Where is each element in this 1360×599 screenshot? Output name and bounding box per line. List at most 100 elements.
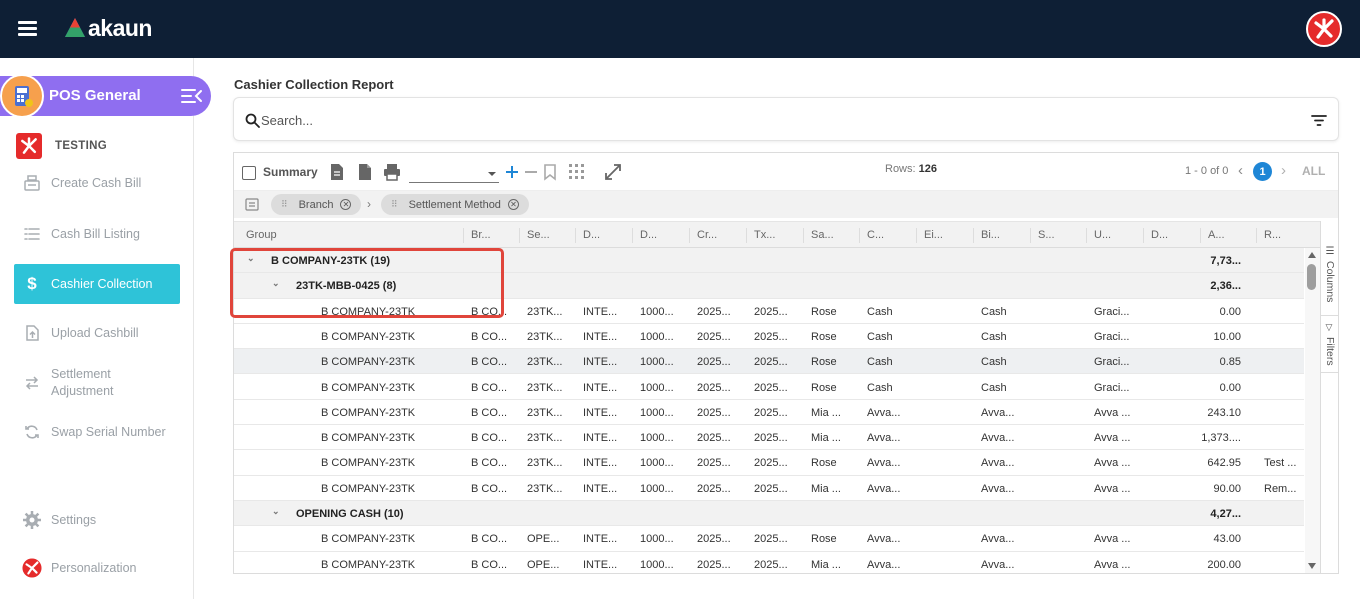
column-header[interactable]: Se...	[527, 229, 550, 241]
chevron-down-icon[interactable]: ⌄	[247, 253, 257, 263]
column-separator[interactable]	[859, 228, 860, 243]
column-separator[interactable]	[1200, 228, 1201, 243]
column-header[interactable]: U...	[1094, 229, 1111, 241]
column-separator[interactable]	[916, 228, 917, 243]
group-label: B COMPANY-23TK (19)	[271, 255, 390, 267]
column-separator[interactable]	[463, 228, 464, 243]
column-separator[interactable]	[803, 228, 804, 243]
column-separator[interactable]	[973, 228, 974, 243]
expand-icon[interactable]	[603, 162, 623, 182]
column-header[interactable]: Tx...	[754, 229, 775, 241]
menu-icon[interactable]	[18, 21, 37, 36]
column-separator[interactable]	[519, 228, 520, 243]
scroll-thumb[interactable]	[1307, 264, 1316, 290]
column-header[interactable]: A...	[1208, 229, 1225, 241]
table-cell: Avva...	[867, 533, 901, 546]
table-row[interactable]: B COMPANY-23TK B CO... 23TK... INTE... 1000.…	[234, 349, 1304, 375]
pager-prev-button[interactable]: ‹	[1238, 162, 1243, 179]
group-chip-branch[interactable]: ⠿ Branch ✕	[271, 194, 362, 215]
tab-columns[interactable]: ☰ Columns	[1321, 239, 1338, 309]
view-select[interactable]	[409, 164, 499, 183]
app-switcher[interactable]: POS General	[0, 74, 211, 118]
table-cell: B COMPANY-23TK	[321, 482, 416, 495]
column-separator[interactable]	[689, 228, 690, 243]
column-separator[interactable]	[1143, 228, 1144, 243]
filter-icon[interactable]	[1311, 114, 1327, 127]
table-row[interactable]: B COMPANY-23TK B CO... 23TK... INTE... 1000.…	[234, 425, 1304, 451]
tab-filters[interactable]: ▽ Filters	[1321, 315, 1338, 373]
sidebar-item-cashier-collection[interactable]: $ Cashier Collection	[14, 264, 180, 304]
table-row[interactable]: B COMPANY-23TK B CO... 23TK... INTE... 1000.…	[234, 400, 1304, 426]
sidebar-item-cash-bill-listing[interactable]: Cash Bill Listing	[14, 224, 180, 244]
pager-all-button[interactable]: ALL	[1302, 164, 1325, 178]
column-header[interactable]: R...	[1264, 229, 1281, 241]
column-header[interactable]: S...	[1038, 229, 1055, 241]
remove-icon[interactable]	[521, 162, 541, 182]
column-separator[interactable]	[746, 228, 747, 243]
column-separator[interactable]	[1086, 228, 1087, 243]
table-row[interactable]: B COMPANY-23TK B CO... 23TK... INTE... 1000.…	[234, 299, 1304, 324]
column-separator[interactable]	[1256, 228, 1257, 243]
table-cell: B CO...	[471, 432, 508, 445]
export-csv-icon[interactable]	[327, 162, 347, 182]
grid-view-icon[interactable]	[567, 162, 587, 182]
sidebar-item-settings[interactable]: Settings	[14, 510, 180, 530]
column-header[interactable]: Br...	[471, 229, 491, 241]
vertical-scrollbar[interactable]	[1305, 248, 1320, 573]
group-row[interactable]: ⌄ B COMPANY-23TK (19) 7,73...	[234, 248, 1304, 274]
sidebar-item-create-cash-bill[interactable]: Create Cash Bill	[14, 173, 180, 193]
drag-handle-icon[interactable]: ⠿	[391, 199, 398, 210]
sidebar-item-settlement-adjustment[interactable]: Settlement Adjustment	[14, 366, 180, 400]
scroll-down-icon[interactable]	[1308, 563, 1316, 569]
sidebar-item-personalization[interactable]: Personalization	[14, 558, 180, 578]
column-header[interactable]: Ei...	[924, 229, 943, 241]
table-row[interactable]: B COMPANY-23TK B CO... 23TK... INTE... 1000.…	[234, 375, 1304, 400]
table-row[interactable]: B COMPANY-23TK B CO... 23TK... INTE... 1000.…	[234, 324, 1304, 350]
column-header[interactable]: D...	[640, 229, 657, 241]
user-avatar[interactable]	[1306, 11, 1342, 47]
column-header[interactable]: Sa...	[811, 229, 834, 241]
table-row[interactable]: B COMPANY-23TK B CO... 23TK... INTE... 1000.…	[234, 476, 1304, 501]
export-file-icon[interactable]	[355, 162, 375, 182]
table-row[interactable]: B COMPANY-23TK B CO... 23TK... INTE... 1000.…	[234, 450, 1304, 476]
column-separator[interactable]	[1030, 228, 1031, 243]
row-group-panel: ⠿ Branch ✕ › ⠿ Settlement Method ✕	[234, 190, 1338, 218]
group-row[interactable]: ⌄ 23TK-MBB-0425 (8) 2,36...	[234, 273, 1304, 299]
company-selector[interactable]: TESTING	[16, 133, 107, 159]
akaun-logo[interactable]: akaun	[64, 14, 152, 42]
table-row[interactable]: B COMPANY-23TK B CO... OPE... INTE... 1000..…	[234, 552, 1304, 573]
table-cell: Avva...	[867, 406, 901, 419]
swap-arrows-icon	[22, 373, 42, 393]
add-icon[interactable]	[502, 162, 522, 182]
print-icon[interactable]	[382, 162, 402, 182]
group-chip-settlement-method[interactable]: ⠿ Settlement Method ✕	[381, 194, 529, 215]
user-logo-icon	[22, 558, 42, 578]
sidebar-item-swap-serial-number[interactable]: Swap Serial Number	[14, 422, 180, 442]
pager-next-button[interactable]: ›	[1281, 162, 1286, 179]
column-separator[interactable]	[632, 228, 633, 243]
table-cell: B COMPANY-23TK	[321, 457, 416, 470]
column-header[interactable]: Bi...	[981, 229, 1000, 241]
table-cell: B CO...	[471, 406, 508, 419]
remove-chip-icon[interactable]: ✕	[340, 199, 352, 210]
column-header[interactable]: D...	[1151, 229, 1168, 241]
drag-handle-icon[interactable]: ⠿	[281, 199, 288, 210]
chevron-down-icon[interactable]: ⌄	[272, 506, 282, 516]
sidebar-item-upload-cashbill[interactable]: Upload Cashbill	[14, 323, 180, 343]
collapse-menu-icon[interactable]	[181, 88, 203, 104]
remove-chip-icon[interactable]: ✕	[507, 199, 519, 210]
column-header[interactable]: D...	[583, 229, 600, 241]
column-separator[interactable]	[575, 228, 576, 243]
table-cell: OPE...	[527, 558, 560, 571]
table-row[interactable]: B COMPANY-23TK B CO... OPE... INTE... 1000..…	[234, 526, 1304, 552]
chevron-down-icon[interactable]: ⌄	[272, 278, 282, 288]
search-input[interactable]	[261, 111, 1161, 129]
bookmark-icon[interactable]	[540, 162, 560, 182]
summary-checkbox[interactable]	[242, 166, 256, 180]
column-header[interactable]: C...	[867, 229, 884, 241]
scroll-up-icon[interactable]	[1308, 252, 1316, 258]
group-row[interactable]: ⌄ OPENING CASH (10) 4,27...	[234, 501, 1304, 527]
pager-current-page[interactable]: 1	[1253, 162, 1272, 181]
column-header[interactable]: Cr...	[697, 229, 717, 241]
column-header[interactable]: Group	[246, 229, 277, 241]
